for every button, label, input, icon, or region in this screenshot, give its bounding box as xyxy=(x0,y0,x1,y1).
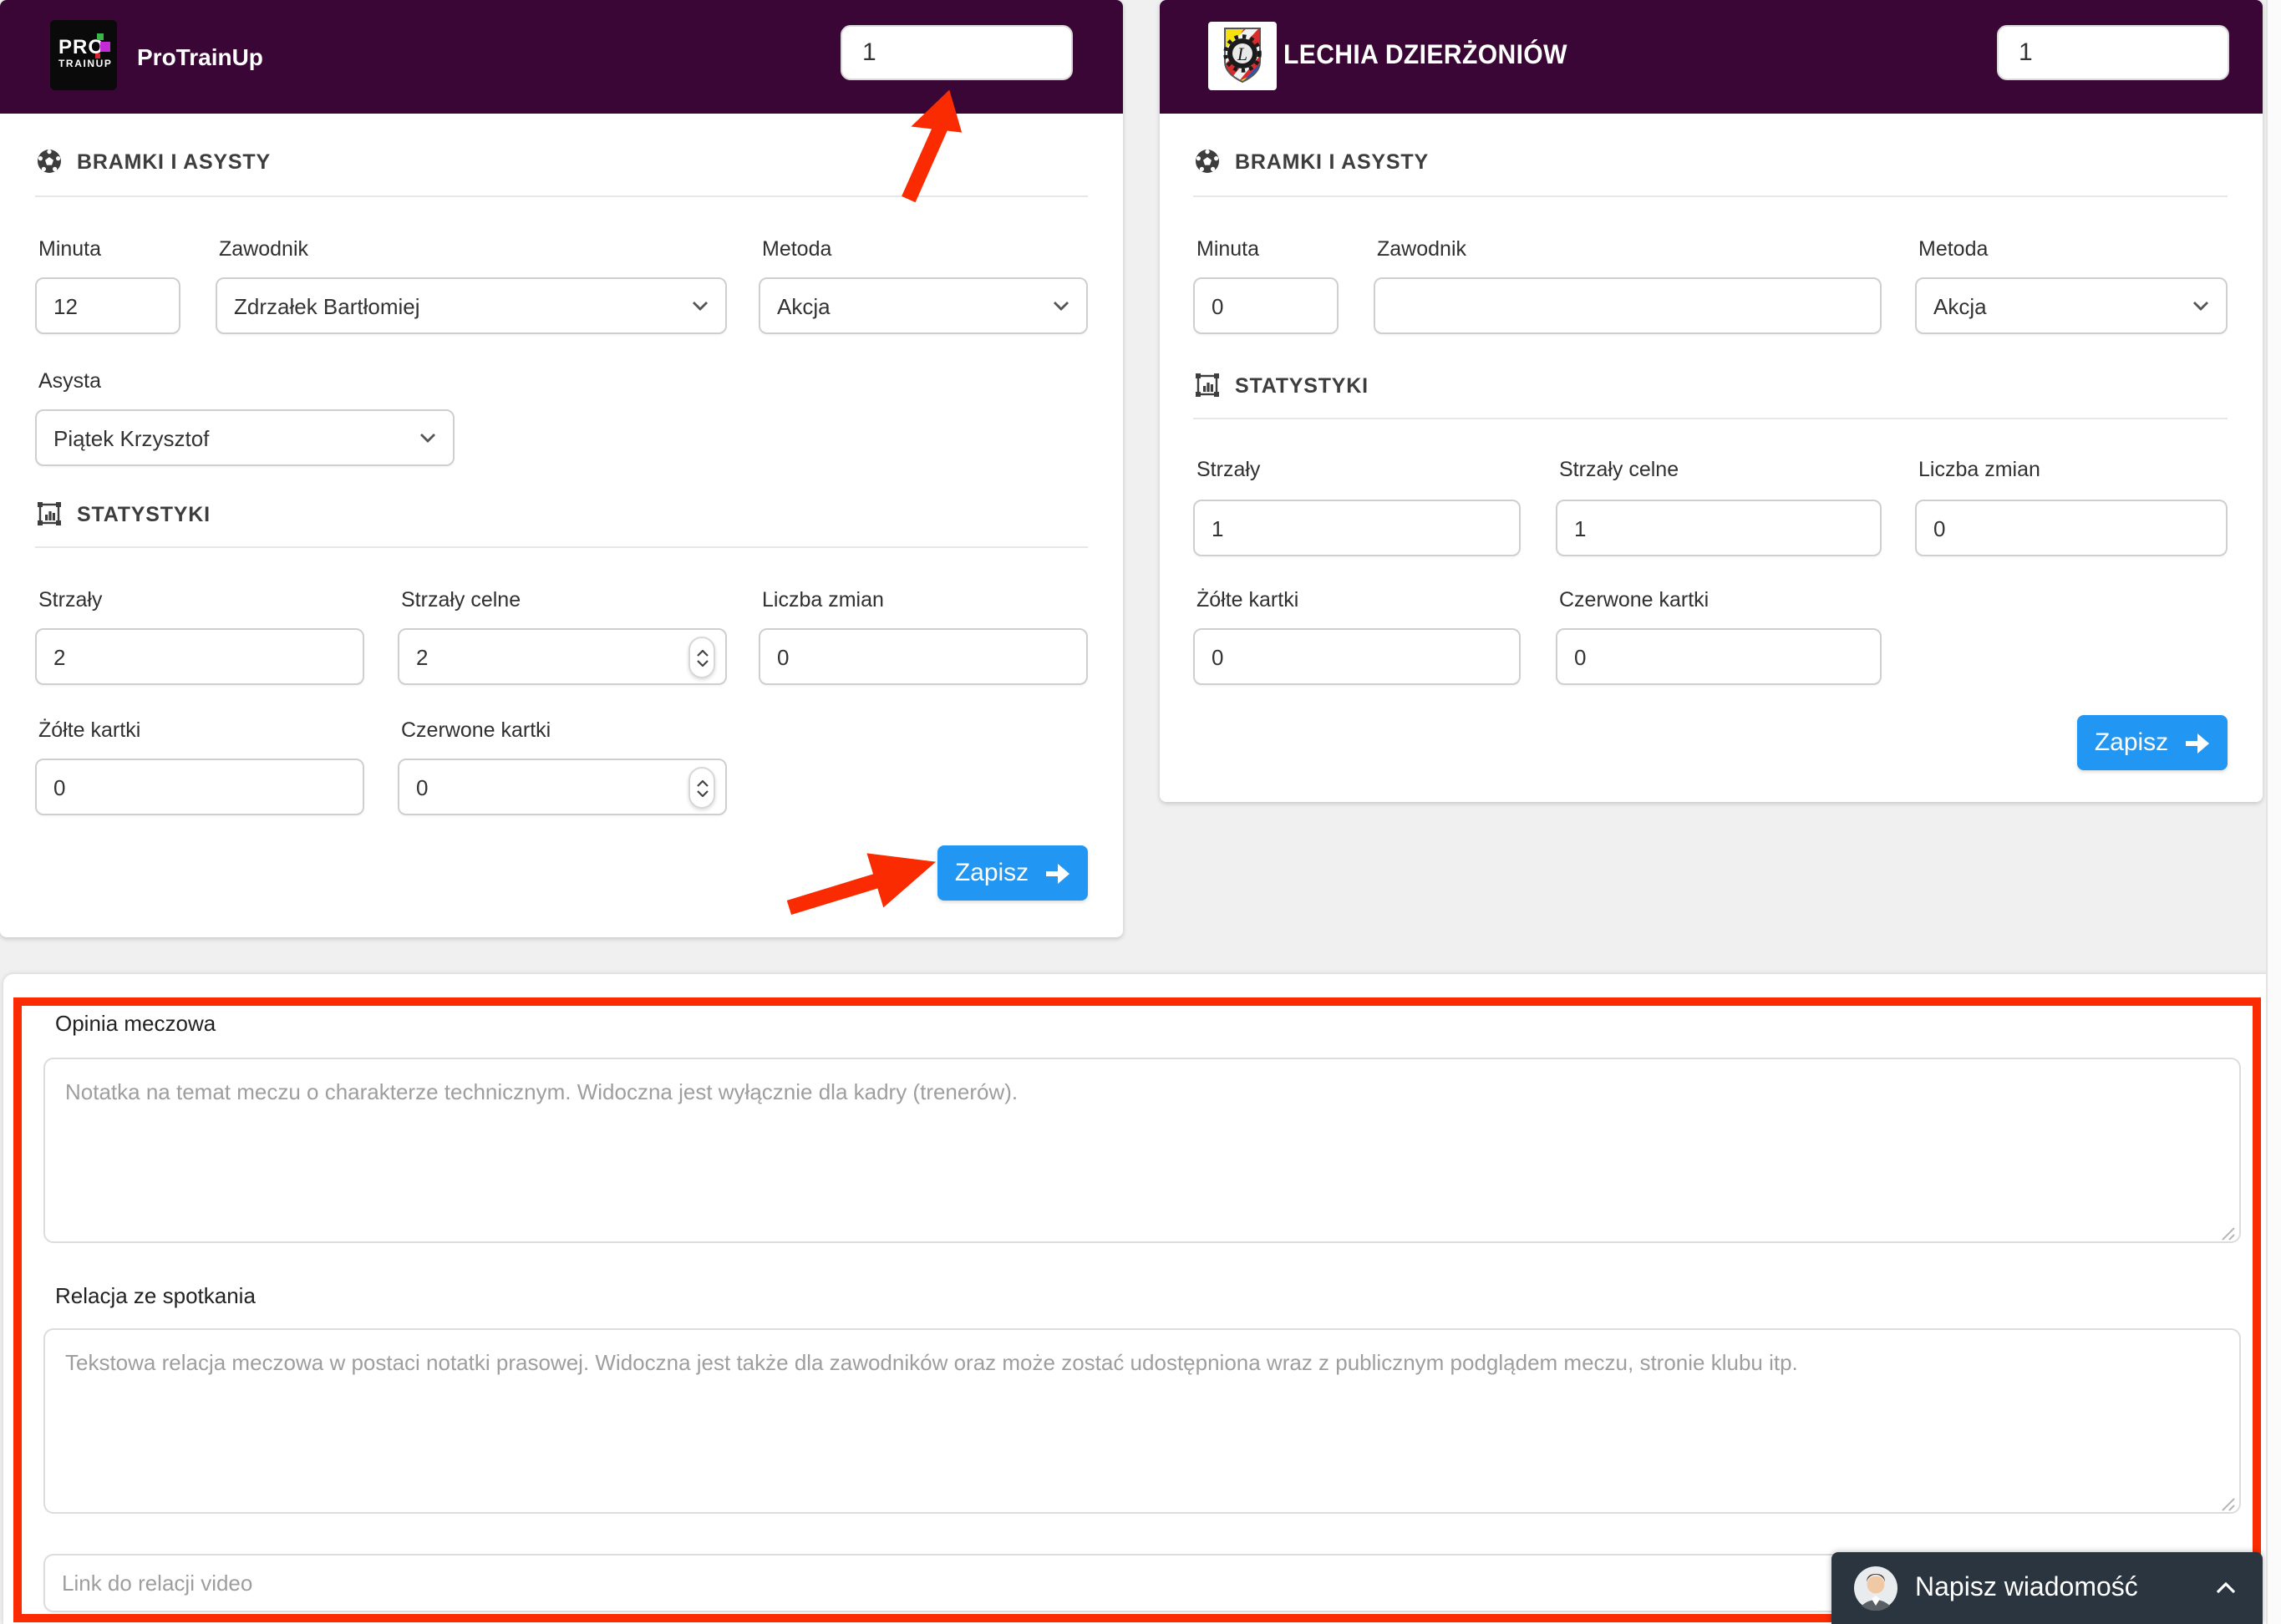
chevron-down-icon xyxy=(692,301,709,311)
opinia-label: Opinia meczowa xyxy=(55,1011,216,1036)
right-save-label: Zapisz xyxy=(2095,728,2168,757)
right-zolte-label: Żółte kartki xyxy=(1196,588,1298,612)
right-minuta-input[interactable] xyxy=(1193,277,1339,334)
left-zolte-input[interactable] xyxy=(35,759,364,815)
lechia-crest-graphic: L xyxy=(1208,22,1277,90)
right-czerwone-input[interactable] xyxy=(1556,628,1882,685)
soccer-ball-icon xyxy=(37,149,62,174)
left-zawodnik-value: Zdrzałek Bartłomiej xyxy=(234,293,420,318)
protrainup-logo: PRO TRAINUP xyxy=(50,20,117,90)
left-stats-section-title: STATYSTYKI xyxy=(77,502,211,525)
right-stats-section-heading: STATYSTYKI xyxy=(1195,373,1369,398)
right-stats-section-title: STATYSTYKI xyxy=(1235,373,1369,397)
left-liczba-zmian-label: Liczba zmian xyxy=(762,588,884,612)
logo-pixel-magenta xyxy=(100,42,110,52)
chat-avatar xyxy=(1853,1566,1898,1611)
relacja-label: Relacja ze spotkania xyxy=(55,1283,256,1308)
right-metoda-value: Akcja xyxy=(1933,293,1987,318)
left-goals-section-heading: BRAMKI I ASYSTY xyxy=(37,149,271,174)
left-save-label: Zapisz xyxy=(955,859,1029,887)
right-team-panel: L LECHIA DZIERŻONIÓW BRAMKI I ASYSTY Min… xyxy=(1160,0,2263,802)
right-strzaly-label: Strzały xyxy=(1196,458,1260,481)
left-zawodnik-label: Zawodnik xyxy=(219,237,308,261)
statistics-icon xyxy=(1195,373,1220,398)
right-zawodnik-select[interactable] xyxy=(1374,277,1882,334)
left-zolte-label: Żółte kartki xyxy=(38,718,140,742)
arrow-right-icon xyxy=(1044,861,1070,885)
logo-pixel-red xyxy=(95,53,100,58)
left-strzaly-input[interactable] xyxy=(35,628,364,685)
right-save-button[interactable]: Zapisz xyxy=(2077,715,2228,770)
page: PRO TRAINUP ProTrainUp BRAMKI I ASYSTY M… xyxy=(0,0,2281,1624)
page-scrollbar[interactable] xyxy=(2266,0,2281,1624)
logo-pixel-green xyxy=(97,33,104,40)
right-team-name: LECHIA DZIERŻONIÓW xyxy=(1283,42,1567,72)
chevron-down-icon xyxy=(2192,301,2209,311)
divider xyxy=(35,546,1088,548)
left-stats-section-heading: STATYSTYKI xyxy=(37,501,211,526)
left-team-panel: PRO TRAINUP ProTrainUp BRAMKI I ASYSTY M… xyxy=(0,0,1123,937)
right-metoda-label: Metoda xyxy=(1918,237,1988,261)
left-team-header: PRO TRAINUP ProTrainUp xyxy=(0,0,1123,114)
chevron-down-icon xyxy=(1053,301,1069,311)
right-score-input[interactable] xyxy=(1997,25,2229,80)
relacja-textarea[interactable] xyxy=(43,1328,2241,1514)
left-team-name: ProTrainUp xyxy=(137,43,263,70)
right-zolte-input[interactable] xyxy=(1193,628,1521,685)
right-liczba-zmian-input[interactable] xyxy=(1915,500,2228,556)
left-goals-section-title: BRAMKI I ASYSTY xyxy=(77,150,271,173)
number-stepper[interactable] xyxy=(688,637,715,678)
left-save-button[interactable]: Zapisz xyxy=(937,845,1088,901)
stepper-down-icon xyxy=(696,659,708,666)
arrow-right-icon xyxy=(2183,731,2210,754)
left-czerwone-label: Czerwone kartki xyxy=(401,718,551,742)
right-czerwone-label: Czerwone kartki xyxy=(1559,588,1709,612)
left-zawodnik-select[interactable]: Zdrzałek Bartłomiej xyxy=(216,277,727,334)
left-strzaly-celne-input[interactable] xyxy=(398,628,727,685)
right-goals-section-title: BRAMKI I ASYSTY xyxy=(1235,150,1429,173)
stepper-up-icon xyxy=(696,649,708,656)
left-minuta-input[interactable] xyxy=(35,277,180,334)
soccer-ball-icon xyxy=(1195,149,1220,174)
left-liczba-zmian-input[interactable] xyxy=(759,628,1088,685)
left-strzaly-celne-label: Strzały celne xyxy=(401,588,521,612)
right-strzaly-celne-input[interactable] xyxy=(1556,500,1882,556)
right-metoda-select[interactable]: Akcja xyxy=(1915,277,2228,334)
stepper-down-icon xyxy=(696,789,708,796)
left-czerwone-input[interactable] xyxy=(398,759,727,815)
divider xyxy=(1193,195,2228,197)
right-liczba-zmian-label: Liczba zmian xyxy=(1918,458,2040,481)
chevron-down-icon xyxy=(419,433,436,443)
left-asysta-label: Asysta xyxy=(38,369,101,393)
opinia-textarea[interactable] xyxy=(43,1058,2241,1243)
left-score-input[interactable] xyxy=(841,25,1073,80)
left-minuta-label: Minuta xyxy=(38,237,101,261)
right-goals-section-heading: BRAMKI I ASYSTY xyxy=(1195,149,1429,174)
logo-text-trainup: TRAINUP xyxy=(58,60,113,70)
stepper-up-icon xyxy=(696,779,708,786)
chat-widget[interactable]: Napisz wiadomość xyxy=(1831,1552,2263,1624)
match-notes-panel: Opinia meczowa Relacja ze spotkania xyxy=(3,974,2276,1624)
chevron-up-icon xyxy=(2216,1582,2236,1594)
chat-label: Napisz wiadomość xyxy=(1915,1573,2216,1603)
right-strzaly-celne-label: Strzały celne xyxy=(1559,458,1679,481)
divider xyxy=(1193,418,2228,419)
svg-text:L: L xyxy=(1237,43,1247,64)
right-minuta-label: Minuta xyxy=(1196,237,1259,261)
number-stepper[interactable] xyxy=(688,767,715,809)
left-strzaly-label: Strzały xyxy=(38,588,102,612)
left-asysta-select[interactable]: Piątek Krzysztof xyxy=(35,409,455,466)
right-strzaly-input[interactable] xyxy=(1193,500,1521,556)
lechia-crest: L xyxy=(1208,22,1277,90)
left-metoda-label: Metoda xyxy=(762,237,831,261)
right-zawodnik-label: Zawodnik xyxy=(1377,237,1466,261)
left-metoda-value: Akcja xyxy=(777,293,831,318)
right-team-header: L LECHIA DZIERŻONIÓW xyxy=(1160,0,2263,114)
divider xyxy=(35,195,1088,197)
left-metoda-select[interactable]: Akcja xyxy=(759,277,1088,334)
left-asysta-value: Piątek Krzysztof xyxy=(53,425,209,450)
statistics-icon xyxy=(37,501,62,526)
